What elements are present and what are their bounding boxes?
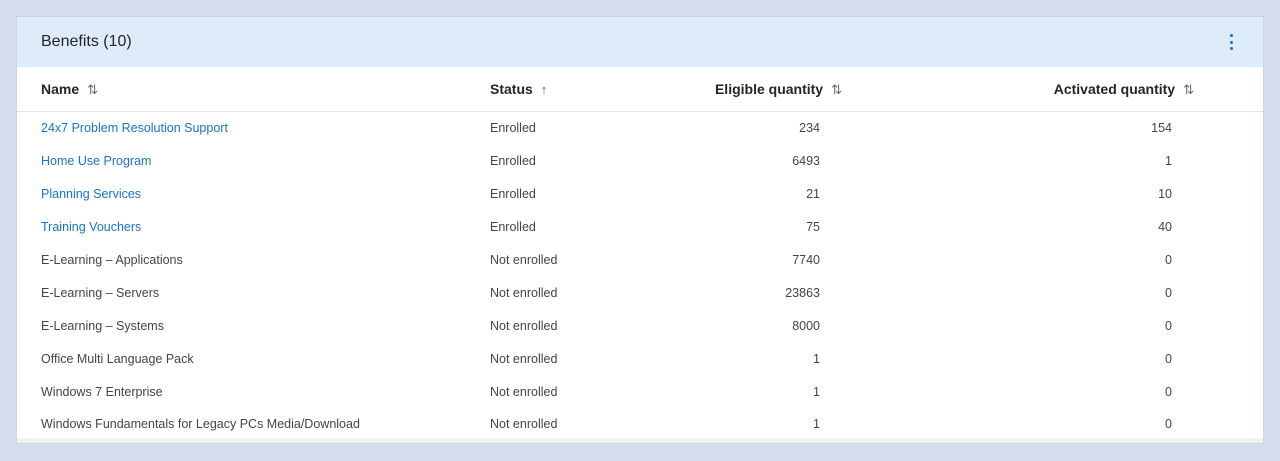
table-header-row: Name ⇅ Status ↑ Eligible quantity ⇅ Activat… <box>17 67 1263 112</box>
benefit-link[interactable]: Home Use Program <box>41 154 151 168</box>
benefit-name-cell: Home Use Program <box>17 145 490 178</box>
benefits-card: Benefits (10) Name ⇅ Status ↑ Eligible qua… <box>16 16 1264 444</box>
status-cell: Enrolled <box>490 121 536 136</box>
activated-quantity-cell: 154 <box>1151 121 1172 136</box>
status-cell: Enrolled <box>490 154 536 169</box>
eligible-quantity-cell: 75 <box>806 220 820 235</box>
status-cell: Not enrolled <box>490 253 558 267</box>
table-body: 24x7 Problem Resolution Support Enrolled… <box>17 112 1263 441</box>
column-header-name[interactable]: Name ⇅ <box>17 67 490 112</box>
table-row: E-Learning – Servers Not enrolled 23863 … <box>17 276 1263 309</box>
activated-quantity-cell: 0 <box>1165 384 1172 399</box>
eligible-quantity-cell: 21 <box>806 187 820 202</box>
table-row: 24x7 Problem Resolution Support Enrolled… <box>17 112 1263 145</box>
activated-quantity-cell: 0 <box>1165 417 1172 432</box>
column-header-eligible-quantity[interactable]: Eligible quantity ⇅ <box>690 67 842 112</box>
benefit-name-cell: E-Learning – Applications <box>17 244 490 277</box>
benefit-name-cell: Windows Fundamentals for Legacy PCs Medi… <box>17 408 490 441</box>
column-header-activated-quantity[interactable]: Activated quantity ⇅ <box>842 67 1194 112</box>
benefit-name-cell: E-Learning – Servers <box>17 276 490 309</box>
table-row: Windows 7 Enterprise Not enrolled 1 0 <box>17 375 1263 408</box>
eligible-quantity-cell: 1 <box>813 417 820 432</box>
eligible-quantity-cell: 6493 <box>792 154 820 169</box>
sort-icon[interactable]: ⇅ <box>831 82 842 98</box>
activated-quantity-cell: 0 <box>1165 318 1172 333</box>
status-cell: Enrolled <box>490 220 536 235</box>
activated-quantity-cell: 0 <box>1165 351 1172 366</box>
benefit-name: Windows 7 Enterprise <box>41 384 163 399</box>
more-options-icon[interactable] <box>1223 32 1239 52</box>
eligible-quantity-cell: 23863 <box>785 285 820 300</box>
table-row: E-Learning – Systems Not enrolled 8000 0 <box>17 309 1263 342</box>
column-header-status[interactable]: Status ↑ <box>490 67 690 112</box>
activated-quantity-cell: 0 <box>1165 285 1172 300</box>
benefit-link[interactable]: Planning Services <box>41 187 141 201</box>
status-cell: Not enrolled <box>490 318 558 333</box>
table-row: Home Use Program Enrolled 6493 1 <box>17 145 1263 178</box>
table-row: E-Learning – Applications Not enrolled 7… <box>17 244 1263 277</box>
benefit-name: Office Multi Language Pack <box>41 351 194 366</box>
benefit-link[interactable]: 24x7 Problem Resolution Support <box>41 121 228 135</box>
benefit-link[interactable]: Training Vouchers <box>41 220 141 234</box>
activated-quantity-cell: 0 <box>1165 253 1172 267</box>
card-title: Benefits (10) <box>41 33 132 50</box>
benefit-name: E-Learning – Systems <box>41 318 164 333</box>
sort-ascending-icon[interactable]: ↑ <box>541 82 548 97</box>
status-cell: Not enrolled <box>490 285 558 300</box>
status-cell: Not enrolled <box>490 417 558 432</box>
table-row: Office Multi Language Pack Not enrolled … <box>17 342 1263 375</box>
benefit-name-cell: Training Vouchers <box>17 211 490 244</box>
card-header: Benefits (10) <box>17 17 1263 67</box>
benefit-name-cell: 24x7 Problem Resolution Support <box>17 112 490 145</box>
eligible-quantity-cell: 8000 <box>792 318 820 333</box>
sort-icon[interactable]: ⇅ <box>1183 82 1194 98</box>
table-row: Planning Services Enrolled 21 10 <box>17 178 1263 211</box>
eligible-quantity-cell: 7740 <box>792 253 820 267</box>
sort-icon[interactable]: ⇅ <box>87 82 98 98</box>
benefit-name-cell: E-Learning – Systems <box>17 309 490 342</box>
benefit-name-cell: Planning Services <box>17 178 490 211</box>
eligible-quantity-cell: 234 <box>799 121 820 136</box>
benefit-name-cell: Office Multi Language Pack <box>17 342 490 375</box>
status-cell: Not enrolled <box>490 351 558 366</box>
activated-quantity-cell: 10 <box>1158 187 1172 202</box>
benefits-table: Name ⇅ Status ↑ Eligible quantity ⇅ Activat… <box>17 67 1263 441</box>
benefit-name-cell: Windows 7 Enterprise <box>17 375 490 408</box>
status-cell: Enrolled <box>490 187 536 202</box>
activated-quantity-cell: 40 <box>1158 220 1172 235</box>
benefit-name: E-Learning – Applications <box>41 253 183 267</box>
status-cell: Not enrolled <box>490 384 558 399</box>
benefit-name: E-Learning – Servers <box>41 285 160 300</box>
benefit-name: Windows Fundamentals for Legacy PCs Medi… <box>41 417 360 432</box>
eligible-quantity-cell: 1 <box>813 384 820 399</box>
activated-quantity-cell: 1 <box>1165 154 1172 169</box>
eligible-quantity-cell: 1 <box>813 351 820 366</box>
table-row: Training Vouchers Enrolled 75 40 <box>17 211 1263 244</box>
table-row: Windows Fundamentals for Legacy PCs Medi… <box>17 408 1263 441</box>
scrollbar-track[interactable] <box>17 438 1263 443</box>
